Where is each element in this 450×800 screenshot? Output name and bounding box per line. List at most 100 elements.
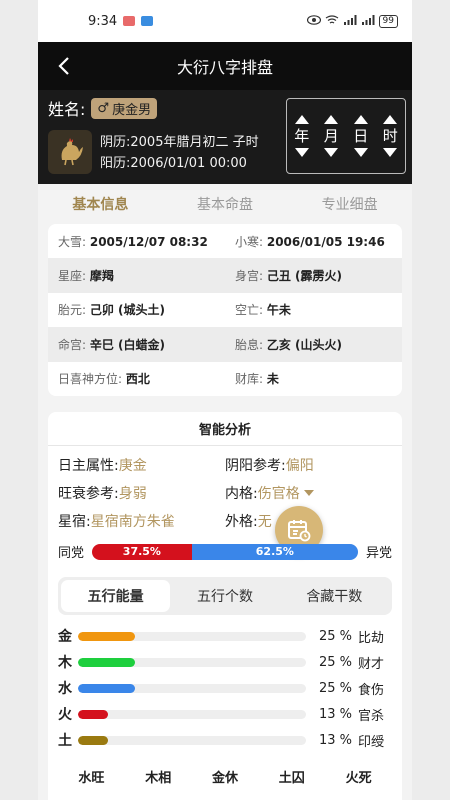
decrement-hour-button[interactable] [383,148,398,157]
increment-year-button[interactable] [294,115,309,124]
increment-hour-button[interactable] [383,115,398,124]
element-name: 土 [58,733,72,749]
rooster-avatar [48,130,92,174]
tab-basic-chart[interactable]: 基本命盘 [197,194,253,214]
element-relation: 财才 [358,656,385,672]
info-key: 命宫: [58,337,90,352]
info-value: 己丑 (霹雳火) [266,269,343,284]
element-percent: 13 % [318,706,352,722]
increment-month-button[interactable] [324,115,339,124]
tab-pro-chart[interactable]: 专业细盘 [322,194,378,214]
element-bar-fill [78,735,108,745]
element-bar-fill [78,683,135,693]
info-key: 日喜神方位: [58,372,126,387]
season-state: 金休 [211,771,238,786]
profile-header: 姓名: ♂ 庚金男 阴历:2005年腊月初二 子时 阳历:2006/01/01 … [38,90,412,184]
adjust-label: 时 [382,127,398,145]
element-name: 火 [58,707,72,723]
info-row: 命宫: 辛巳 (白蜡金) 胎息: 乙亥 (山头火) [48,327,402,362]
birth-dates: 阴历:2005年腊月初二 子时 阳历:2006/01/01 00:00 [100,132,259,174]
attr-yin-yang: 阴阳参考: 偏阳 [225,458,314,474]
tab-basic-info[interactable]: 基本信息 [72,194,128,214]
other-party-label: 异党 [365,546,392,561]
element-bar-fill [78,709,108,719]
adjust-label: 日 [353,127,369,145]
element-row: 金 25 % 比劫 [58,623,392,649]
info-row: 大雪: 2005/12/07 08:32 小寒: 2006/01/05 19:4… [48,224,402,258]
analysis-title: 智能分析 [48,412,402,446]
solar-date: 阳历:2006/01/01 00:00 [100,156,247,171]
tab-element-count[interactable]: 五行个数 [170,580,279,612]
info-value: 摩羯 [89,269,114,284]
adjust-day: 日 [353,115,368,157]
info-key: 财库: [235,372,267,387]
app-bar: 大衍八字排盘 [38,42,412,90]
info-key: 星座: [58,269,90,284]
profile-name: 庚金男 [112,102,152,118]
increment-day-button[interactable] [353,115,368,124]
smart-analysis-card: 智能分析 日主属性: 庚金 阴阳参考: 偏阳 旺衰参考: 身弱 内格: 伤官格 星宿… [48,412,402,800]
seasonal-states: 水旺 木相 金休 土囚 火死 [48,753,402,786]
element-tabs: 五行能量 五行个数 含藏干数 [58,577,392,615]
decrement-month-button[interactable] [324,148,339,157]
element-percent: 25 % [318,680,352,696]
element-row: 水 25 % 食伤 [58,675,392,701]
info-value: 未 [266,372,279,387]
element-bar-fill [78,657,135,667]
eye-icon [306,14,321,28]
info-value: 西北 [125,372,150,387]
basic-info-card: 大雪: 2005/12/07 08:32 小寒: 2006/01/05 19:4… [48,224,402,396]
date-adjuster: 年 月 日 时 [286,98,406,174]
element-relation: 食伤 [358,682,385,698]
decrement-year-button[interactable] [294,148,309,157]
male-icon: ♂ [97,100,110,116]
signal-icon [343,14,357,28]
name-label: 姓名: [48,100,86,119]
element-relation: 官杀 [358,708,385,724]
inner-pattern-dropdown[interactable]: 内格: 伤官格 [225,482,392,504]
info-value: 乙亥 (山头火) [266,337,343,352]
element-bar-track [78,735,306,745]
adjust-hour: 时 [383,115,398,157]
same-party-fill: 37.5% [92,543,192,560]
element-bar-fill [78,631,135,641]
decrement-day-button[interactable] [353,148,368,157]
info-value: 午未 [266,303,291,318]
back-button[interactable] [52,54,76,78]
element-bar-track [78,631,306,641]
info-value: 2005/12/07 08:32 [89,234,208,249]
tab-hidden-stems[interactable]: 含藏干数 [280,580,389,612]
element-percent: 13 % [318,732,352,748]
main-tabs: 基本信息 基本命盘 专业细盘 [38,184,412,224]
same-party-label: 同党 [58,546,85,561]
info-value: 2006/01/05 19:46 [266,234,385,249]
other-party-fill: 62.5% [191,543,358,560]
phone-screen: 9:34 99 大衍八字排盘 姓名: ♂ 庚金男 阴历:2005年腊月初二 子时… [38,0,412,800]
wifi-icon [325,14,339,28]
gallery-icon [123,16,136,26]
attr-day-master: 日主属性: 庚金 [58,458,147,474]
info-key: 身宫: [235,269,267,284]
info-key: 小寒: [235,234,267,249]
attr-strength: 旺衰参考: 身弱 [58,486,147,502]
season-state: 土囚 [278,771,305,786]
element-percent: 25 % [318,628,352,644]
element-energy-list: 金 25 % 比劫木 25 % 财才水 25 % 食伤火 13 % 官杀土 13 % 印绶 [48,615,402,753]
info-key: 胎元: [58,303,90,318]
element-name: 金 [58,629,72,645]
adjust-year: 年 [294,115,309,157]
caret-down-icon [303,490,314,496]
tab-element-energy[interactable]: 五行能量 [61,580,171,612]
chevron-left-icon [58,57,69,75]
status-bar: 9:34 99 [38,0,412,42]
element-bar-track [78,657,306,667]
element-name: 木 [58,655,72,671]
party-balance: 同党 37.5% 62.5% 异党 [48,542,402,561]
signal-icon-2 [361,14,375,28]
element-bar-track [78,683,306,693]
element-percent: 25 % [318,654,352,670]
lunar-date: 阴历:2005年腊月初二 子时 [100,135,259,150]
info-key: 大雪: [58,234,90,249]
status-time: 9:34 [88,13,118,29]
info-row: 日喜神方位: 西北 财库: 未 [48,362,402,396]
